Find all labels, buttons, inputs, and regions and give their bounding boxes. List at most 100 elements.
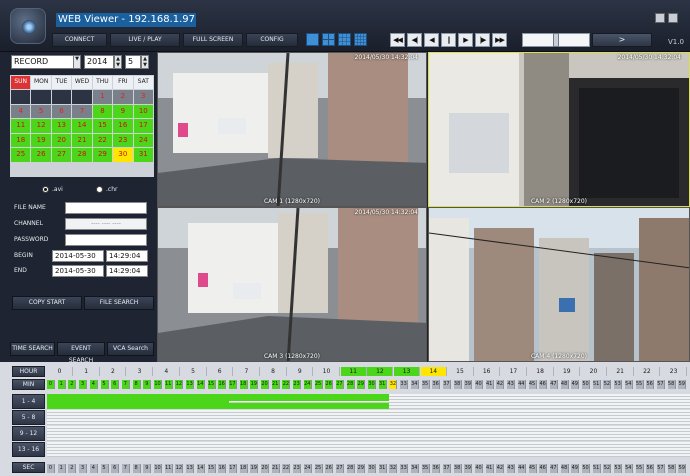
second-cell[interactable]: 19: [250, 464, 259, 473]
second-cell[interactable]: 30: [368, 464, 376, 473]
hour-cell[interactable]: 9: [287, 367, 314, 376]
camera-view-4[interactable]: CAM 4 (1280x720): [428, 207, 690, 362]
second-cell[interactable]: 52: [603, 464, 612, 473]
calendar-day[interactable]: 31: [133, 148, 153, 162]
nine-view-icon[interactable]: [338, 33, 351, 46]
second-cell[interactable]: 43: [507, 464, 516, 473]
calendar-day[interactable]: 8: [92, 104, 113, 119]
hour-cell[interactable]: 0: [47, 367, 73, 376]
second-cell[interactable]: 40: [475, 464, 483, 473]
hour-cell[interactable]: 15: [447, 367, 474, 376]
maximize-icon[interactable]: [668, 13, 678, 23]
hour-cell[interactable]: 8: [260, 367, 287, 376]
minute-cell[interactable]: 42: [496, 380, 505, 389]
calendar-day[interactable]: 2: [113, 90, 133, 104]
minute-cell[interactable]: 39: [464, 380, 473, 389]
hour-cell[interactable]: 14: [420, 367, 447, 376]
slider-handle[interactable]: [553, 33, 559, 47]
fast-rewind-button[interactable]: ◀◀: [390, 33, 405, 47]
second-cell[interactable]: 24: [303, 464, 312, 473]
minute-cell[interactable]: 1: [57, 380, 66, 389]
second-cell[interactable]: 26: [325, 464, 334, 473]
second-cell[interactable]: 59: [678, 464, 687, 473]
hour-cell[interactable]: 22: [634, 367, 661, 376]
calendar-day[interactable]: 30: [113, 148, 133, 162]
minute-cell[interactable]: 51: [592, 380, 601, 389]
minute-cell[interactable]: 49: [571, 380, 580, 389]
minute-cell[interactable]: 58: [667, 380, 676, 389]
end-time-input[interactable]: 14:29:04: [106, 265, 148, 277]
channel-group-9-12[interactable]: 9 - 12: [12, 426, 45, 441]
calendar-day[interactable]: 17: [133, 119, 153, 133]
minute-cell[interactable]: 7: [121, 380, 130, 389]
minute-cell[interactable]: 34: [410, 380, 419, 389]
calendar-day[interactable]: 20: [51, 133, 72, 148]
second-cell[interactable]: 36: [432, 464, 441, 473]
second-cell[interactable]: 48: [560, 464, 569, 473]
second-cell[interactable]: 6: [111, 464, 120, 473]
calendar-day[interactable]: 11: [11, 119, 31, 133]
play-button[interactable]: ▶: [458, 33, 473, 47]
quad-view-icon[interactable]: [322, 33, 335, 46]
event-search-button[interactable]: EVENT SEARCH: [57, 342, 105, 364]
second-cell[interactable]: 54: [624, 464, 633, 473]
minute-cell[interactable]: 3: [79, 380, 88, 389]
second-cell[interactable]: 18: [239, 464, 248, 473]
calendar-day[interactable]: 12: [31, 119, 51, 133]
end-date-input[interactable]: 2014-05-30: [52, 265, 104, 277]
hour-cell[interactable]: 20: [581, 367, 607, 376]
hour-cell[interactable]: 11: [340, 367, 367, 376]
second-cell[interactable]: 42: [496, 464, 505, 473]
minute-cell[interactable]: 0: [47, 380, 55, 389]
calendar-day[interactable]: 18: [11, 133, 31, 148]
year-field[interactable]: 2014: [84, 55, 114, 69]
second-cell[interactable]: 4: [89, 464, 98, 473]
second-cell[interactable]: 5: [100, 464, 109, 473]
minute-cell[interactable]: 10: [154, 380, 162, 389]
step-forward-button[interactable]: |▶: [475, 33, 490, 47]
go-button[interactable]: >: [592, 33, 652, 47]
minute-cell[interactable]: 48: [560, 380, 569, 389]
minute-cell[interactable]: 40: [475, 380, 483, 389]
minute-cell[interactable]: 46: [539, 380, 548, 389]
second-cell[interactable]: 38: [453, 464, 462, 473]
minute-cell[interactable]: 13: [186, 380, 195, 389]
calendar-day[interactable]: 16: [113, 119, 133, 133]
camera-view-3[interactable]: 2014/05/30 14:32:04 CAM 3 (1280x720): [157, 207, 427, 362]
minute-cell[interactable]: 25: [314, 380, 323, 389]
second-cell[interactable]: 13: [186, 464, 195, 473]
calendar-day[interactable]: 23: [113, 133, 133, 148]
hour-cell[interactable]: 3: [127, 367, 154, 376]
second-cell[interactable]: 33: [400, 464, 409, 473]
second-cell[interactable]: 35: [421, 464, 430, 473]
recording-bar[interactable]: [228, 403, 390, 409]
minute-cell[interactable]: 44: [517, 380, 526, 389]
second-cell[interactable]: 16: [218, 464, 227, 473]
calendar-day[interactable]: 10: [133, 104, 153, 119]
second-cell[interactable]: 32: [389, 464, 398, 473]
calendar-day[interactable]: 27: [51, 148, 72, 162]
begin-date-input[interactable]: 2014-05-30: [52, 250, 104, 262]
sixteen-view-icon[interactable]: [354, 33, 367, 46]
camera-view-2[interactable]: 2014/05/30 14:32:04 CAM 2 (1280x720): [428, 52, 690, 207]
minute-cell[interactable]: 2: [68, 380, 77, 389]
hour-cell[interactable]: 12: [367, 367, 394, 376]
file-search-button[interactable]: FILE SEARCH: [84, 296, 154, 310]
minute-cell[interactable]: 24: [303, 380, 312, 389]
playback-speed-slider[interactable]: [522, 33, 590, 47]
file-name-input[interactable]: [65, 202, 147, 214]
second-cell[interactable]: 51: [592, 464, 601, 473]
second-cell[interactable]: 9: [143, 464, 152, 473]
calendar-day[interactable]: 5: [31, 104, 51, 119]
calendar-day[interactable]: 29: [92, 148, 113, 162]
full-screen-button[interactable]: FULL SCREEN: [183, 33, 243, 47]
minute-cell[interactable]: 31: [378, 380, 387, 389]
second-cell[interactable]: 28: [346, 464, 355, 473]
channel-group-5-8[interactable]: 5 - 8: [12, 410, 45, 425]
channel-group-1-4[interactable]: 1 - 4: [12, 394, 45, 409]
minute-cell[interactable]: 15: [207, 380, 216, 389]
minute-cell[interactable]: 37: [442, 380, 451, 389]
hour-cell[interactable]: 19: [554, 367, 581, 376]
second-cell[interactable]: 49: [571, 464, 580, 473]
minute-cell[interactable]: 27: [335, 380, 344, 389]
